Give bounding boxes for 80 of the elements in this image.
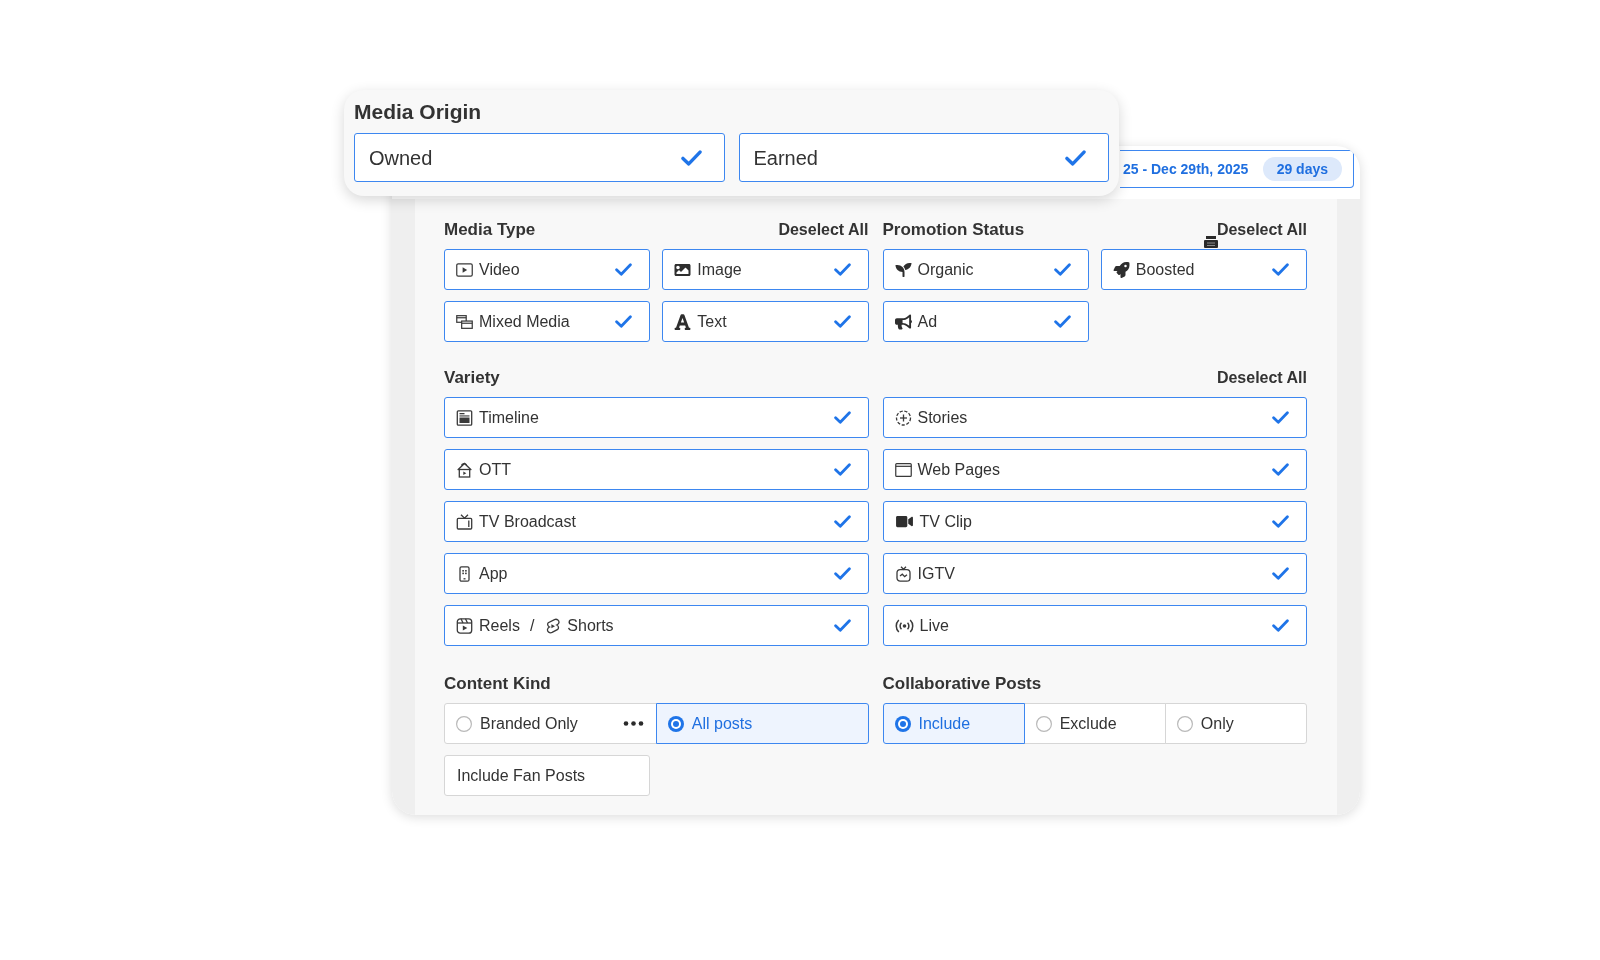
browser-window-icon bbox=[894, 461, 912, 478]
deselect-all-link[interactable]: Deselect All bbox=[778, 218, 869, 242]
filter-toggle[interactable]: Stories bbox=[882, 397, 1307, 438]
rocket-icon bbox=[1112, 261, 1130, 278]
filter-toggle[interactable]: App bbox=[444, 553, 869, 594]
section-title: Media Origin bbox=[354, 99, 482, 125]
filter-toggle[interactable]: Boosted bbox=[1100, 249, 1307, 290]
checkmark-icon bbox=[833, 567, 851, 580]
filter-toggle[interactable]: Timeline bbox=[444, 397, 869, 438]
checkmark-icon bbox=[1272, 567, 1289, 580]
checkmark-icon bbox=[833, 619, 851, 632]
filter-toggle[interactable]: Image bbox=[662, 249, 869, 290]
filter-toggle[interactable]: TV Broadcast bbox=[444, 501, 869, 542]
house-play-icon bbox=[456, 461, 473, 478]
checkmark-icon bbox=[1272, 263, 1289, 276]
more-dots-icon bbox=[622, 721, 644, 726]
filter-toggle[interactable]: Web Pages bbox=[882, 449, 1307, 490]
video-screen-icon bbox=[456, 261, 473, 278]
radio-icon bbox=[667, 715, 684, 732]
checkmark-icon bbox=[833, 263, 851, 276]
section-title: Content Kind bbox=[444, 673, 551, 696]
filter-toggle[interactable]: Video bbox=[444, 249, 651, 290]
checkmark-icon bbox=[833, 315, 851, 328]
checkmark-icon bbox=[1053, 263, 1071, 276]
radio-option[interactable]: Include bbox=[882, 703, 1025, 744]
checkmark-icon bbox=[1272, 463, 1289, 476]
filter-toggle[interactable]: Ad bbox=[882, 301, 1089, 342]
checkmark-icon bbox=[615, 315, 633, 328]
filter-toggle[interactable]: Owned bbox=[354, 133, 725, 182]
checkmark-icon bbox=[1053, 315, 1071, 328]
curved-play-icon bbox=[544, 617, 562, 634]
radio-option[interactable]: Exclude bbox=[1023, 703, 1166, 744]
deselect-all-link[interactable]: Deselect All bbox=[1216, 218, 1307, 242]
radio-icon bbox=[1035, 715, 1052, 732]
checkmark-icon bbox=[1272, 619, 1289, 632]
fan-posts-toggle[interactable]: Include Fan Posts bbox=[444, 755, 650, 796]
tv-screen-icon bbox=[894, 565, 912, 582]
filter-toggle[interactable]: Mixed Media bbox=[444, 301, 651, 342]
date-range-button[interactable]: 25 - Dec 29th, 2025 29 days bbox=[1120, 150, 1354, 188]
filter-toggle[interactable]: IGTV bbox=[882, 553, 1307, 594]
image-icon bbox=[674, 261, 692, 278]
filter-toggle[interactable]: Live bbox=[882, 605, 1307, 646]
section-title: Variety bbox=[444, 367, 500, 390]
section-title: Collaborative Posts bbox=[882, 673, 1042, 696]
filter-toggle[interactable]: Earned bbox=[738, 133, 1109, 182]
filter-toggle[interactable]: Text bbox=[662, 301, 869, 342]
checkmark-icon bbox=[833, 463, 851, 476]
radio-icon bbox=[456, 715, 472, 732]
filter-toggle[interactable]: Organic bbox=[882, 249, 1089, 290]
checkmark-icon bbox=[680, 149, 702, 166]
news-page-icon bbox=[456, 409, 473, 426]
broadcast-signal-icon bbox=[894, 617, 914, 634]
tv-antenna-icon bbox=[456, 513, 473, 530]
checkmark-icon bbox=[1272, 515, 1289, 528]
radio-icon bbox=[1176, 715, 1193, 732]
radio-option[interactable]: All posts bbox=[655, 703, 869, 744]
dashed-plus-circle-icon bbox=[894, 409, 912, 426]
checkmark-icon bbox=[1065, 149, 1086, 166]
checkmark-icon bbox=[1272, 411, 1289, 424]
section-title: Promotion Status bbox=[882, 219, 1025, 242]
stack-icon bbox=[1203, 236, 1218, 248]
checkmark-icon bbox=[833, 411, 851, 424]
radio-option[interactable]: Branded Only bbox=[444, 703, 657, 744]
stacked-windows-icon bbox=[456, 313, 473, 330]
video-camera-icon bbox=[894, 514, 914, 529]
sprout-icon bbox=[894, 261, 912, 278]
checkmark-icon bbox=[833, 515, 851, 528]
day-count-badge: 29 days bbox=[1262, 157, 1342, 181]
megaphone-icon bbox=[894, 313, 912, 330]
radio-option[interactable]: Only bbox=[1164, 703, 1307, 744]
checkmark-icon bbox=[615, 263, 633, 276]
deselect-all-link[interactable]: Deselect All bbox=[1216, 366, 1307, 390]
filter-toggle[interactable]: TV Clip bbox=[882, 501, 1307, 542]
font-icon bbox=[674, 312, 692, 331]
filter-toggle[interactable]: OTT bbox=[444, 449, 869, 490]
clapper-play-icon bbox=[456, 617, 473, 634]
section-title: Media Type bbox=[444, 219, 536, 242]
smartphone-icon bbox=[456, 565, 473, 582]
filter-toggle[interactable]: Reels / Shorts bbox=[444, 605, 869, 646]
radio-icon bbox=[894, 715, 911, 732]
